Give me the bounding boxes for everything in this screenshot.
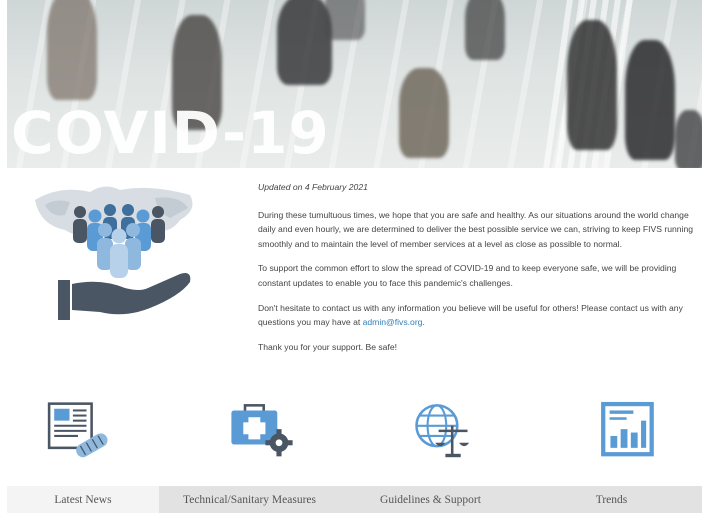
community-hand-illustration	[35, 186, 193, 320]
contact-text: Don't hesitate to contact us with any in…	[258, 302, 683, 328]
hero-banner: COVID-19	[7, 0, 702, 168]
contact-text-end: .	[422, 317, 425, 328]
section-tabs: Latest News Technical/Sanitary Measures …	[7, 486, 702, 513]
support-paragraph: To support the common effort to slow the…	[258, 263, 677, 288]
thanks-text: Thank you for your support. Be safe!	[258, 341, 398, 352]
globe-scales-icon[interactable]	[408, 398, 476, 462]
intro-paragraph: During these tumultuous times, we hope t…	[258, 209, 694, 249]
category-icons	[0, 398, 702, 468]
medical-kit-gear-icon[interactable]	[228, 398, 296, 462]
tab-latest-news[interactable]: Latest News	[7, 486, 159, 513]
bar-chart-icon[interactable]	[596, 398, 664, 462]
hero-pedestrian	[277, 0, 332, 85]
contact-paragraph: Don't hesitate to contact us with any in…	[258, 301, 698, 330]
tab-technical-sanitary-measures[interactable]: Technical/Sanitary Measures	[159, 486, 340, 513]
content-area: Updated on 4 February 2021 During these …	[258, 180, 698, 364]
updated-date: Updated on 4 February 2021	[258, 182, 368, 192]
tab-guidelines-support[interactable]: Guidelines & Support	[340, 486, 521, 513]
hero-pedestrian	[47, 0, 97, 100]
hero-pedestrian	[465, 0, 505, 60]
tab-trends[interactable]: Trends	[521, 486, 702, 513]
hero-pedestrian	[399, 68, 449, 158]
contact-email-link[interactable]: admin@fivs.org	[363, 317, 423, 327]
hero-pedestrian	[325, 0, 365, 40]
newspaper-icon[interactable]	[44, 398, 112, 462]
hero-pedestrian	[675, 110, 702, 168]
hero-title: COVID-19	[11, 99, 330, 167]
hero-pedestrian	[567, 20, 617, 150]
hero-pedestrian	[625, 40, 675, 160]
